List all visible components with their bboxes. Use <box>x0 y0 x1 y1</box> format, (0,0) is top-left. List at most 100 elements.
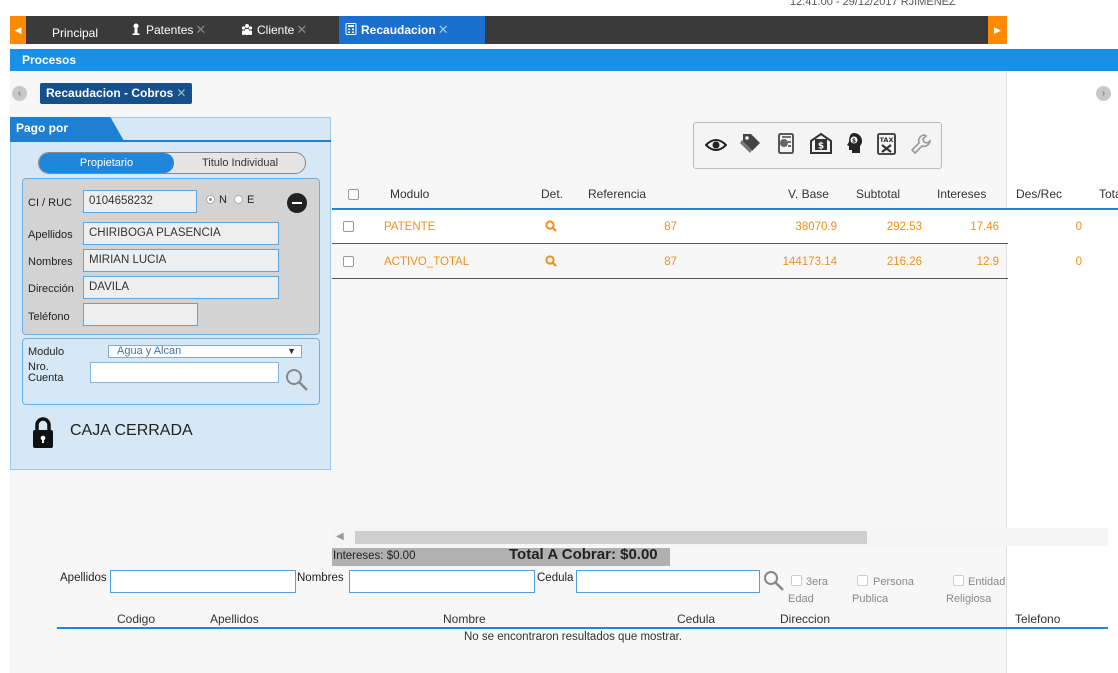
scrollbar-thumb[interactable] <box>355 531 867 544</box>
toggle-propietario[interactable]: Propietario <box>39 153 174 173</box>
caja-status: CAJA CERRADA <box>70 422 193 439</box>
search-apellidos-input[interactable] <box>110 570 296 593</box>
tercera-edad-checkbox[interactable] <box>791 575 802 586</box>
wrench-icon[interactable] <box>910 133 932 155</box>
nombres-label: Nombres <box>28 256 73 268</box>
col-intereses-header[interactable]: Intereses <box>937 187 986 201</box>
col-referencia-header[interactable]: Referencia <box>588 187 646 201</box>
cell-vbase: 38070.9 <box>795 221 837 233</box>
col-nombre-header[interactable]: Nombre <box>443 612 486 626</box>
direccion-field[interactable]: DAVILA <box>83 276 279 299</box>
nombres-field[interactable]: MIRIAN LUCIA <box>83 249 279 272</box>
search-nombres-label: Nombres <box>297 572 344 584</box>
chevron-down-icon: ▼ <box>287 346 296 356</box>
close-icon[interactable]: ✕ <box>195 22 206 37</box>
toggle-titulo-individual[interactable]: Titulo Individual <box>174 153 305 173</box>
entidad-religiosa-label-1: Entidad <box>968 576 1006 588</box>
remove-icon[interactable] <box>287 193 307 213</box>
persona-publica-checkbox[interactable] <box>857 575 868 586</box>
cell-modulo: PATENTE <box>384 221 436 233</box>
group-icon <box>241 24 253 35</box>
person-icon <box>132 23 140 35</box>
tercera-edad-label-2: Edad <box>788 593 814 605</box>
chevron-left-icon[interactable]: ‹ <box>12 86 27 101</box>
search-icon[interactable] <box>763 570 785 592</box>
cell-subtotal: 292.53 <box>886 221 922 233</box>
apellidos-field[interactable]: CHIRIBOGA PLASENCIA <box>83 222 279 245</box>
cuenta-input[interactable] <box>90 362 279 383</box>
col-apellidos-header[interactable]: Apellidos <box>210 612 259 626</box>
cuenta-label: Nro. Cuenta <box>28 362 63 384</box>
search-icon[interactable] <box>545 220 557 232</box>
search-apellidos-label: Apellidos <box>60 572 107 584</box>
row-divider <box>332 243 1008 244</box>
cell-referencia: 87 <box>664 221 677 233</box>
col-cedula-header[interactable]: Cedula <box>677 612 715 626</box>
modulo-select[interactable]: Agua y Alcan ▼ <box>108 345 302 358</box>
persona-publica-label-1: Persona <box>873 576 914 588</box>
modulo-select-value: Agua y Alcan <box>117 345 182 357</box>
cell-intereses: 17.46 <box>970 221 999 233</box>
head-money-icon[interactable]: $ <box>843 131 865 156</box>
cell-referencia: 87 <box>664 256 677 268</box>
tab-label: Cliente <box>257 23 295 37</box>
radio-n[interactable] <box>206 195 215 204</box>
col-total-header[interactable]: Tota <box>1099 187 1118 201</box>
close-icon[interactable]: ✕ <box>438 22 449 37</box>
tab-scroll-right-button[interactable]: ▶ <box>988 16 1007 44</box>
persona-publica-label-2: Publica <box>852 593 889 605</box>
session-info: 12:41:00 - 29/12/2017 RJIMENEZ <box>790 0 956 8</box>
tab-patentes[interactable]: Patentes ✕ <box>124 16 212 44</box>
col-subtotal-header[interactable]: Subtotal <box>856 187 900 201</box>
envelope-money-icon[interactable]: $ <box>809 131 833 156</box>
owner-type-toggle: Propietario Titulo Individual <box>38 152 306 174</box>
tab-label: Principal <box>52 26 99 40</box>
search-icon[interactable] <box>545 255 557 267</box>
svg-text:TAX: TAX <box>880 136 894 144</box>
tax-x-icon[interactable]: TAX <box>875 132 899 156</box>
empty-results-message: No se encontraron resultados que mostrar… <box>464 631 682 643</box>
col-direccion-header[interactable]: Direccion <box>780 612 830 626</box>
col-det-header[interactable]: Det. <box>541 187 563 201</box>
tercera-edad-label-1: 3era <box>806 576 829 588</box>
tab-cliente[interactable]: Cliente ✕ <box>235 16 313 44</box>
row-checkbox[interactable] <box>343 221 354 232</box>
chevron-right-icon[interactable]: › <box>1096 86 1111 101</box>
tab-label: Recaudacion <box>361 23 436 37</box>
cell-desrec: 0 <box>1075 256 1082 268</box>
cell-modulo: ACTIVO_TOTAL <box>384 256 470 268</box>
lock-icon <box>33 417 53 448</box>
document-money-icon[interactable] <box>775 132 797 156</box>
tab-principal[interactable]: Principal <box>46 19 104 47</box>
telefono-field[interactable] <box>83 303 198 326</box>
close-icon[interactable]: ✕ <box>296 22 307 37</box>
subtab-recaudacion-cobros[interactable]: Recaudacion - Cobros ✕ <box>40 83 193 104</box>
tab-scroll-left-button[interactable]: ◀ <box>10 16 26 44</box>
search-cedula-input[interactable] <box>576 570 760 593</box>
col-codigo-header[interactable]: Codigo <box>117 612 155 626</box>
col-modulo-header[interactable]: Modulo <box>390 187 429 201</box>
col-telefono-header[interactable]: Telefono <box>1015 612 1060 626</box>
total-a-cobrar: Total A Cobrar: $0.00 <box>509 546 658 563</box>
search-icon[interactable] <box>285 368 309 392</box>
divider <box>10 140 331 142</box>
search-nombres-input[interactable] <box>349 570 535 593</box>
search-cedula-label: Cedula <box>537 572 574 584</box>
row-checkbox[interactable] <box>343 256 354 267</box>
eye-icon[interactable] <box>705 137 727 153</box>
entidad-religiosa-checkbox[interactable] <box>953 575 964 586</box>
scroll-left-icon[interactable]: ◀ <box>336 531 344 542</box>
col-vbase-header[interactable]: V. Base <box>788 187 829 201</box>
col-desrec-header[interactable]: Des/Rec <box>1016 187 1062 201</box>
tab-recaudacion[interactable]: Recaudacion ✕ <box>339 16 485 44</box>
select-all-checkbox[interactable] <box>348 189 359 200</box>
radio-e[interactable] <box>234 195 243 204</box>
tab-label: Patentes <box>146 23 194 37</box>
calculator-icon <box>345 23 357 35</box>
cell-subtotal: 216.26 <box>886 256 922 268</box>
close-icon[interactable]: ✕ <box>176 86 186 100</box>
apellidos-label: Apellidos <box>28 229 73 241</box>
ci-ruc-field[interactable]: 0104658232 <box>83 190 197 213</box>
direccion-label: Dirección <box>28 283 74 295</box>
tags-icon[interactable] <box>740 132 762 156</box>
